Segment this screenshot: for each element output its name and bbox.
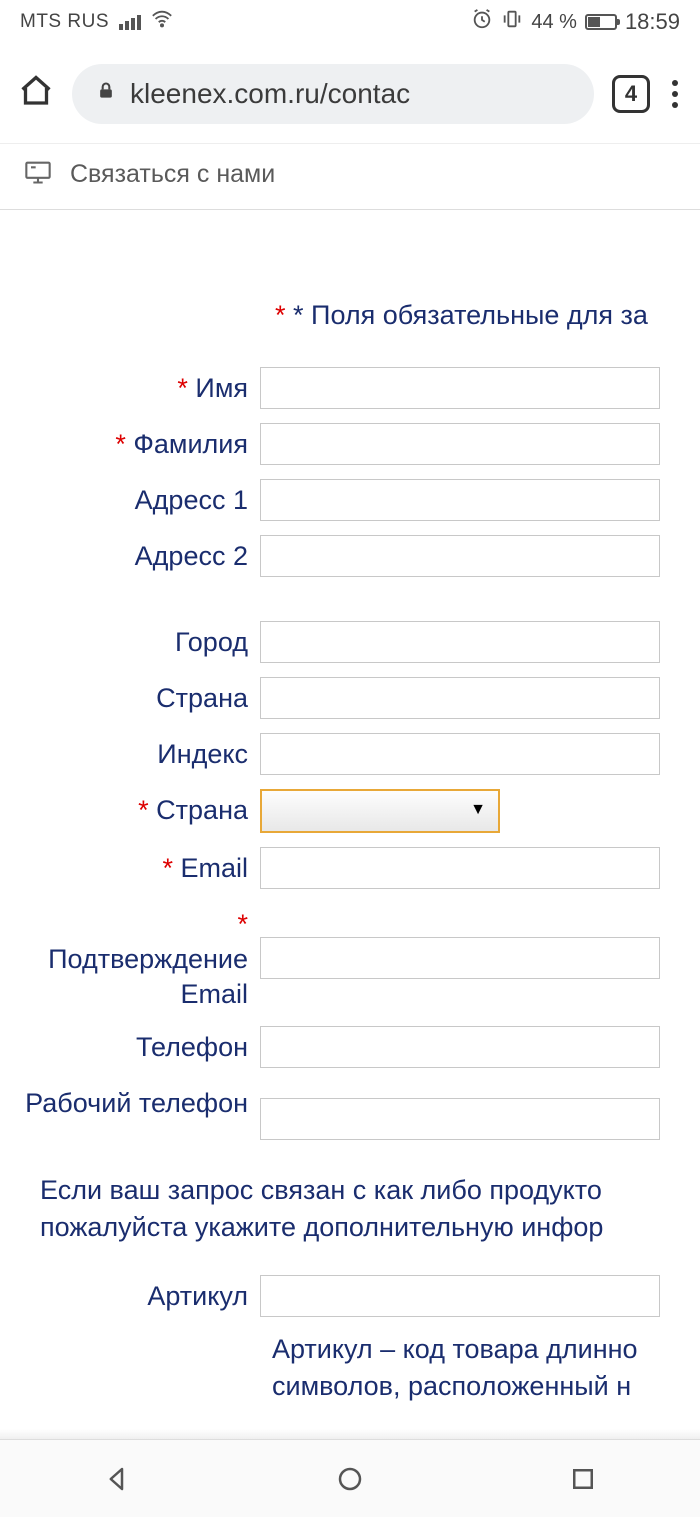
android-nav-bar (0, 1439, 700, 1517)
input-lastname[interactable] (260, 423, 660, 465)
form-row-address2: Адресс 2 (0, 535, 700, 577)
lock-icon (96, 81, 116, 106)
alarm-icon (471, 8, 493, 36)
select-country[interactable] (260, 789, 500, 833)
input-workphone[interactable] (260, 1098, 660, 1140)
form-row-email-confirm: *Подтверждение Email (0, 903, 700, 1012)
label-workphone: Рабочий телефон (0, 1082, 260, 1121)
form-row-workphone: Рабочий телефон (0, 1082, 700, 1140)
input-email-confirm[interactable] (260, 937, 660, 979)
page-title: Связаться с нами (70, 160, 275, 189)
back-button[interactable] (102, 1464, 132, 1494)
input-phone[interactable] (260, 1026, 660, 1068)
form-row-country: * Страна (0, 789, 700, 833)
more-menu-button[interactable] (668, 76, 682, 112)
input-city[interactable] (260, 621, 660, 663)
status-bar: MTS RUS 44 % 18:59 (0, 0, 700, 44)
recent-apps-button[interactable] (568, 1464, 598, 1494)
wifi-icon (151, 8, 173, 36)
input-article[interactable] (260, 1275, 660, 1317)
battery-percent: 44 % (531, 11, 577, 34)
input-zip[interactable] (260, 733, 660, 775)
contact-form: * * Поля обязательные для за * Имя * Фам… (0, 210, 700, 1404)
label-email: * Email (0, 847, 260, 886)
input-region[interactable] (260, 677, 660, 719)
home-button[interactable] (18, 73, 54, 114)
signal-icon (119, 15, 141, 30)
form-row-address1: Адресс 1 (0, 479, 700, 521)
page-header: Связаться с нами (0, 144, 700, 210)
carrier-label: MTS RUS (20, 11, 109, 33)
form-row-city: Город (0, 621, 700, 663)
label-lastname: * Фамилия (0, 423, 260, 462)
input-firstname[interactable] (260, 367, 660, 409)
home-nav-button[interactable] (335, 1464, 365, 1494)
label-firstname: * Имя (0, 367, 260, 406)
article-hint: Артикул – код товара длинносимволов, рас… (272, 1331, 638, 1404)
vibrate-icon (501, 8, 523, 36)
bottom-fade (0, 1429, 700, 1439)
label-address1: Адресс 1 (0, 479, 260, 518)
label-article: Артикул (0, 1275, 260, 1314)
form-row-zip: Индекс (0, 733, 700, 775)
form-row-article: Артикул (0, 1275, 700, 1317)
article-hint-row: Артикул – код товара длинносимволов, рас… (0, 1331, 700, 1404)
input-email[interactable] (260, 847, 660, 889)
form-row-phone: Телефон (0, 1026, 700, 1068)
form-row-email: * Email (0, 847, 700, 889)
url-bar[interactable]: kleenex.com.ru/contac (72, 64, 594, 124)
tabs-button[interactable]: 4 (612, 75, 650, 113)
label-email-confirm: *Подтверждение Email (0, 903, 260, 1012)
label-city: Город (0, 621, 260, 660)
label-zip: Индекс (0, 733, 260, 772)
label-phone: Телефон (0, 1026, 260, 1065)
product-note: Если ваш запрос связан с как либо продук… (0, 1154, 700, 1245)
input-address1[interactable] (260, 479, 660, 521)
form-row-lastname: * Фамилия (0, 423, 700, 465)
clock: 18:59 (625, 9, 680, 35)
input-address2[interactable] (260, 535, 660, 577)
url-text: kleenex.com.ru/contac (130, 78, 410, 110)
label-region: Страна (0, 677, 260, 716)
desktop-icon[interactable] (24, 158, 52, 191)
browser-toolbar: kleenex.com.ru/contac 4 (0, 44, 700, 144)
label-address2: Адресс 2 (0, 535, 260, 574)
form-row-region: Страна (0, 677, 700, 719)
battery-icon (585, 14, 617, 30)
required-fields-note: * * Поля обязательные для за (0, 300, 700, 331)
label-country: * Страна (0, 789, 260, 828)
form-row-firstname: * Имя (0, 367, 700, 409)
